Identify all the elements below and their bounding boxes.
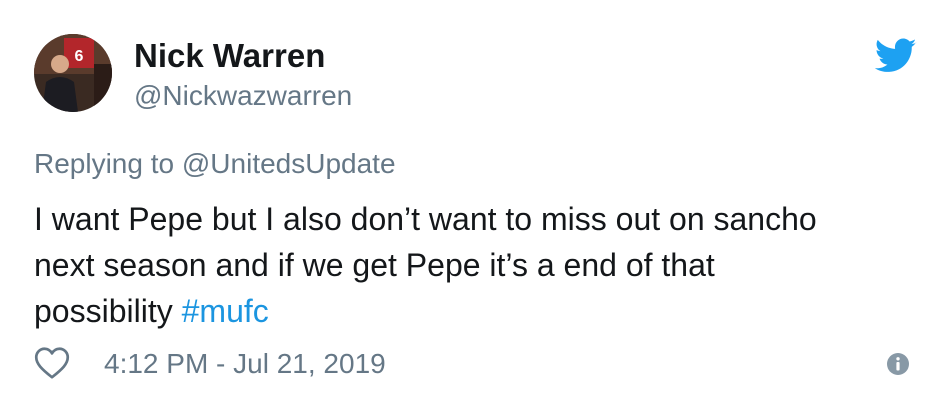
heart-icon[interactable] bbox=[34, 346, 70, 380]
replying-to-label: Replying to bbox=[34, 148, 175, 179]
tweet-text-line-2: next season and if we get Pepe it’s a en… bbox=[34, 247, 715, 283]
avatar-image: 6 bbox=[34, 34, 112, 112]
author-display-name[interactable]: Nick Warren bbox=[134, 34, 325, 78]
replying-to: Replying to @UnitedsUpdate bbox=[34, 146, 396, 182]
reply-mention-link[interactable]: @UnitedsUpdate bbox=[182, 148, 396, 179]
avatar[interactable]: 6 bbox=[34, 34, 112, 112]
svg-text:6: 6 bbox=[75, 48, 84, 65]
tweet-card: 6 Nick Warren @Nickwazwarren Replying to… bbox=[0, 0, 948, 401]
tweet-timestamp[interactable]: 4:12 PM - Jul 21, 2019 bbox=[104, 346, 386, 382]
hashtag-link[interactable]: #mufc bbox=[182, 293, 269, 329]
tweet-text-line-3: possibility #mufc bbox=[34, 288, 914, 334]
tweet-text: I want Pepe but I also don’t want to mis… bbox=[34, 196, 914, 334]
author-handle[interactable]: @Nickwazwarren bbox=[134, 78, 352, 114]
info-icon[interactable] bbox=[886, 352, 910, 376]
tweet-text-line-3-text: possibility bbox=[34, 293, 173, 329]
twitter-bird-icon[interactable] bbox=[874, 38, 917, 74]
tweet-footer: 4:12 PM - Jul 21, 2019 bbox=[34, 344, 914, 384]
tweet-text-line-1: I want Pepe but I also don’t want to mis… bbox=[34, 201, 817, 237]
